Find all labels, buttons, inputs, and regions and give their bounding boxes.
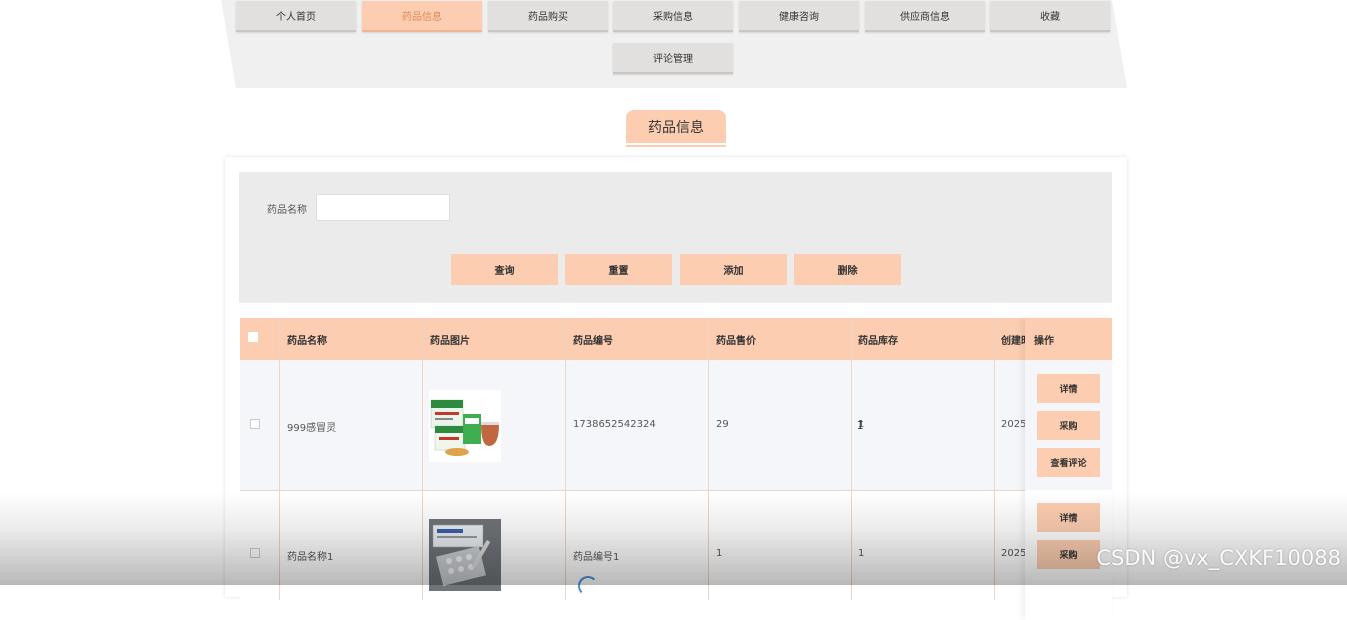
header-stock: 药品库存 xyxy=(858,335,898,347)
view-comments-button[interactable]: 查看评论 xyxy=(1037,448,1100,477)
text-cursor-icon: I xyxy=(857,419,864,432)
column-divider xyxy=(708,318,709,600)
nav-item-comments[interactable]: 评论管理 xyxy=(613,43,733,74)
nav-item-health-consult[interactable]: 健康咨询 xyxy=(739,1,859,32)
detail-button[interactable]: 详情 xyxy=(1037,503,1100,532)
header-name: 药品名称 xyxy=(287,335,327,347)
header-image: 药品图片 xyxy=(430,335,470,347)
nav-item-medicine-purchase[interactable]: 药品购买 xyxy=(488,1,608,32)
detail-button[interactable]: 详情 xyxy=(1037,374,1100,403)
reset-button[interactable]: 重置 xyxy=(565,254,672,285)
header-created: 创建时 xyxy=(1001,335,1025,347)
row-checkbox[interactable] xyxy=(250,419,260,429)
cell-name: 999感冒灵 xyxy=(287,423,337,434)
header-operations: 操作 xyxy=(1034,335,1054,347)
select-all-checkbox[interactable] xyxy=(248,332,258,342)
cell-price: 1 xyxy=(716,548,723,559)
watermark: CSDN @vx_CXKF10088 xyxy=(1096,546,1341,570)
query-button[interactable]: 查询 xyxy=(451,254,558,285)
loading-spinner-icon xyxy=(578,576,598,596)
table-header xyxy=(240,318,1112,360)
purchase-button[interactable]: 采购 xyxy=(1037,411,1100,440)
search-panel xyxy=(239,172,1112,303)
delete-button[interactable]: 删除 xyxy=(794,254,901,285)
nav-item-home[interactable]: 个人首页 xyxy=(236,1,356,32)
nav-item-procurement[interactable]: 采购信息 xyxy=(613,1,733,32)
table-row xyxy=(240,490,1112,600)
nav-item-favorites[interactable]: 收藏 xyxy=(990,1,1110,32)
medicine-box-green-image xyxy=(429,390,501,462)
page-title: 药品信息 xyxy=(626,110,726,143)
column-divider xyxy=(279,318,280,600)
nav-item-supplier[interactable]: 供应商信息 xyxy=(865,1,985,32)
row-divider xyxy=(240,490,1112,491)
search-input[interactable] xyxy=(316,194,450,221)
header-price: 药品售价 xyxy=(716,335,756,347)
cell-code: 药品编号1 xyxy=(573,552,620,563)
row-checkbox[interactable] xyxy=(250,548,260,558)
column-divider xyxy=(565,318,566,600)
medicine-image-graphic xyxy=(429,519,501,591)
nav-item-medicine-info[interactable]: 药品信息 xyxy=(362,1,482,32)
title-underline xyxy=(626,145,726,147)
purchase-button[interactable]: 采购 xyxy=(1037,540,1100,569)
cell-code: 1738652542324 xyxy=(573,419,656,430)
search-label: 药品名称 xyxy=(267,205,307,216)
medicine-image-graphic xyxy=(429,390,501,462)
medicine-box-blister-image xyxy=(429,519,501,591)
table-row xyxy=(240,360,1112,490)
cell-price: 29 xyxy=(716,419,729,430)
column-divider xyxy=(422,318,423,600)
column-divider xyxy=(851,318,852,600)
add-button[interactable]: 添加 xyxy=(680,254,787,285)
cell-name: 药品名称1 xyxy=(287,552,334,563)
header-code: 药品编号 xyxy=(573,335,613,347)
column-divider xyxy=(994,318,995,600)
cell-stock: 1 xyxy=(858,548,865,559)
